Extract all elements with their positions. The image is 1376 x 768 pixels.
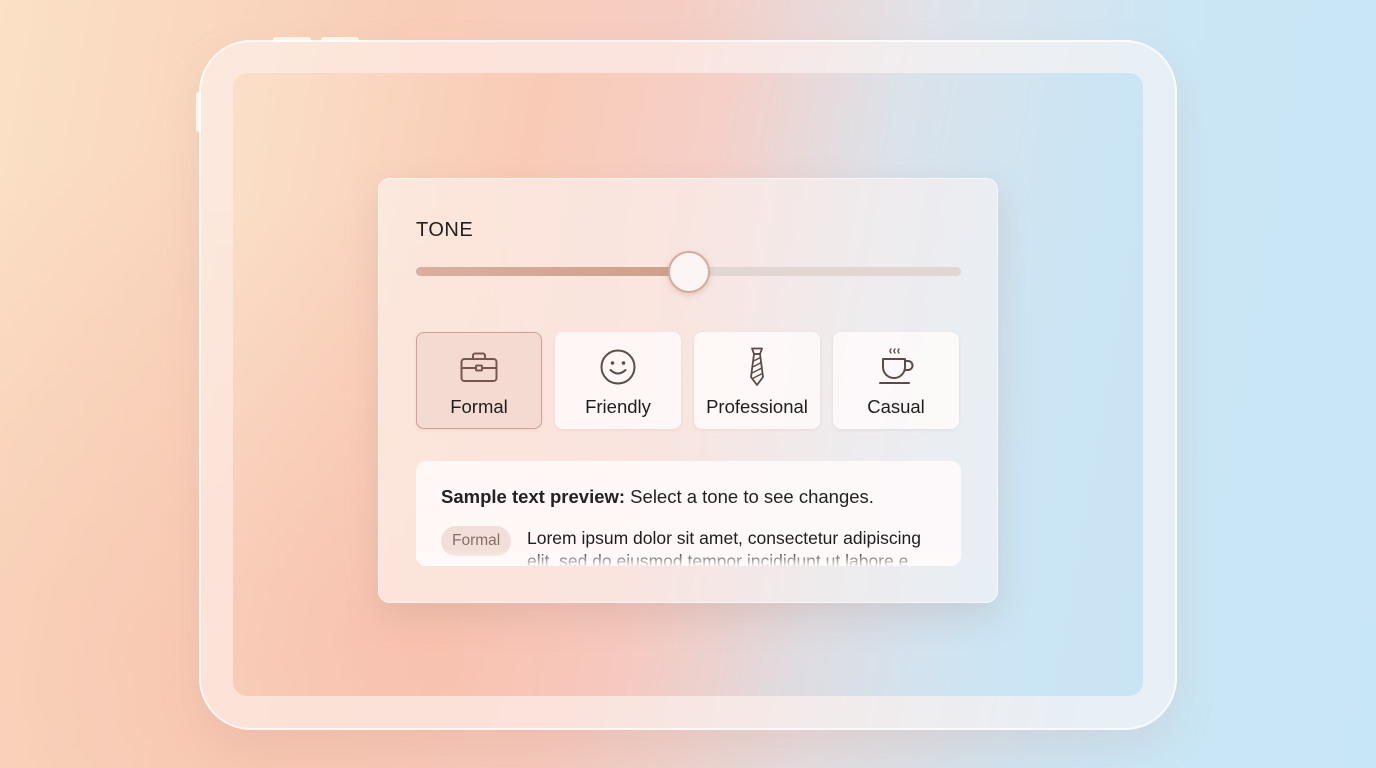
preview-heading: Sample text preview: Select a tone to se… [441, 486, 874, 508]
preview-heading-rest: Select a tone to see changes. [625, 486, 874, 507]
smiley-face-icon [600, 349, 636, 385]
tone-option-label: Formal [450, 396, 508, 417]
tablet-top-button [273, 37, 311, 42]
tone-slider[interactable] [416, 251, 961, 293]
tone-option-professional[interactable]: Professional [694, 332, 820, 429]
tone-option-casual[interactable]: Casual [833, 332, 959, 429]
preview-fade [416, 550, 961, 566]
tone-option-formal[interactable]: Formal [416, 332, 542, 429]
tablet-side-button [196, 92, 201, 132]
sample-text-preview: Sample text preview: Select a tone to se… [416, 461, 961, 566]
preview-heading-bold: Sample text preview: [441, 486, 626, 507]
tone-option-friendly[interactable]: Friendly [555, 332, 681, 429]
tone-settings-card: TONE Formal Friendly Professional Casual… [378, 178, 998, 603]
coffee-cup-icon [879, 348, 914, 384]
tone-options: Formal Friendly Professional Casual [416, 332, 959, 429]
tablet-top-button [321, 37, 359, 42]
tone-slider-thumb[interactable] [667, 251, 710, 293]
necktie-icon [750, 347, 764, 386]
tone-option-label: Professional [706, 396, 808, 417]
briefcase-icon [460, 352, 498, 382]
tone-title: TONE [416, 219, 474, 241]
tone-option-label: Friendly [585, 396, 651, 417]
tone-slider-fill [416, 267, 689, 276]
tone-option-label: Casual [867, 396, 925, 417]
